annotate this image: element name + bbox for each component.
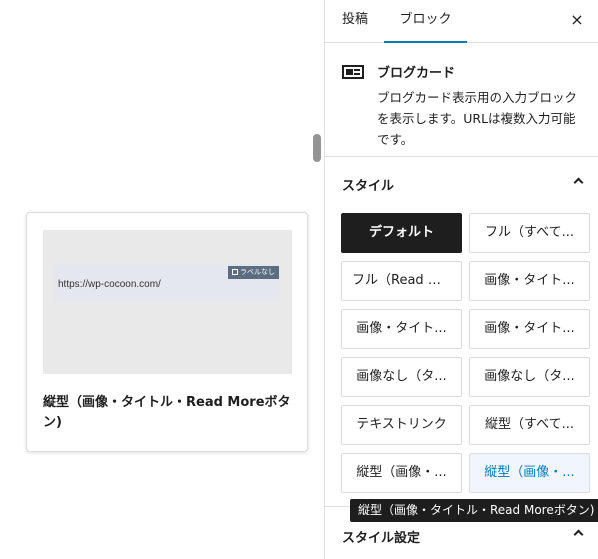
sidebar-tabs: 投稿 ブロック × xyxy=(325,0,598,43)
chevron-up-icon[interactable] xyxy=(569,523,589,543)
editor-canvas[interactable]: ラベルなし https://wp-cocoon.com/ 縦型（画像・タイトル・… xyxy=(0,0,324,559)
style-option-button[interactable]: フル（すべて... xyxy=(469,213,590,253)
style-option-button[interactable]: テキストリンク xyxy=(341,405,462,445)
preview-url: https://wp-cocoon.com/ xyxy=(58,279,161,290)
tab-block[interactable]: ブロック xyxy=(384,0,467,43)
canvas-scrollbar[interactable] xyxy=(313,134,321,162)
style-option-button[interactable]: 縦型（画像・... xyxy=(469,453,590,493)
style-settings-title[interactable]: スタイル設定 xyxy=(342,527,420,546)
block-info: ブログカード ブログカード表示用の入力ブロックを表示します。URLは複数入力可能… xyxy=(325,43,598,157)
block-title: ブログカード xyxy=(377,66,456,81)
style-tooltip: 縦型（画像・タイトル・Read Moreボタン) xyxy=(350,499,598,522)
preview-image: ラベルなし https://wp-cocoon.com/ xyxy=(43,230,292,374)
settings-sidebar: 投稿 ブロック × ブログカード ブログカード表示用の入力ブロックを表示します。… xyxy=(324,0,598,559)
preview-caption: 縦型（画像・タイトル・Read Moreボタン) xyxy=(43,395,291,430)
style-option-button[interactable]: フル（Read M... xyxy=(341,261,462,301)
style-option-button[interactable]: 縦型（画像・... xyxy=(341,453,462,493)
preview-label-badge: ラベルなし xyxy=(228,266,279,279)
style-option-button[interactable]: 画像なし（タ... xyxy=(469,357,590,397)
styles-panel-title[interactable]: スタイル xyxy=(342,175,394,194)
style-option-button[interactable]: 画像・タイト... xyxy=(469,261,590,301)
style-option-button[interactable]: 画像・タイト... xyxy=(341,309,462,349)
style-option-button[interactable]: デフォルト xyxy=(341,213,462,253)
style-option-button[interactable]: 画像なし（タ... xyxy=(341,357,462,397)
chevron-up-icon[interactable] xyxy=(569,171,589,191)
card-icon xyxy=(342,65,364,79)
style-preview-card: ラベルなし https://wp-cocoon.com/ 縦型（画像・タイトル・… xyxy=(26,212,308,452)
styles-panel: スタイル デフォルト フル（すべて... フル（Read M... 画像・タイト...… xyxy=(325,157,598,507)
preview-blogcard: ラベルなし https://wp-cocoon.com/ xyxy=(55,264,280,302)
style-option-button[interactable]: 縦型（すべて... xyxy=(469,405,590,445)
close-icon[interactable]: × xyxy=(567,10,587,30)
block-description: ブログカード表示用の入力ブロックを表示します。URLは複数入力可能です。 xyxy=(377,90,578,147)
tab-post[interactable]: 投稿 xyxy=(342,0,368,43)
preview-label-text: ラベルなし xyxy=(240,268,275,276)
style-option-button[interactable]: 画像・タイト... xyxy=(469,309,590,349)
label-icon xyxy=(232,269,238,275)
